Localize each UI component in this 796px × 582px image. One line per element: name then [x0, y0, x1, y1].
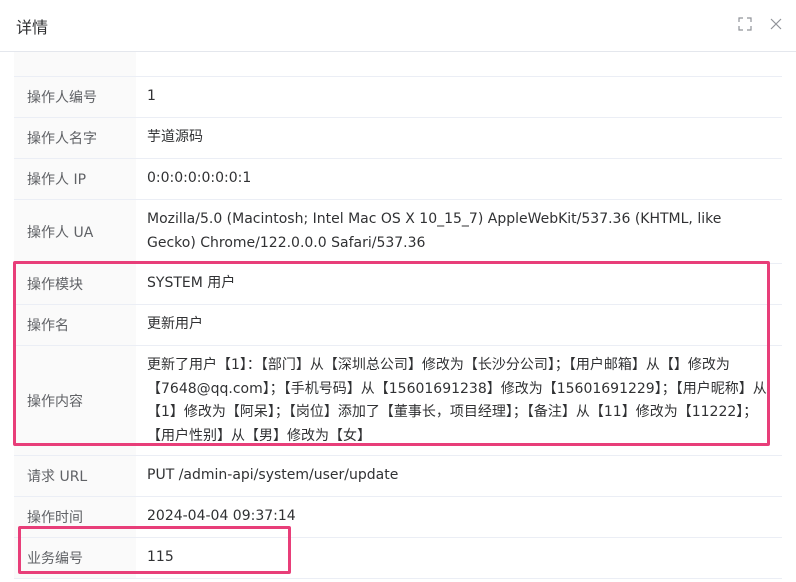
value-request-url: PUT /admin-api/system/user/update	[147, 467, 399, 484]
value-operation-name: 更新用户	[147, 316, 203, 333]
dialog-header: 详情	[0, 0, 796, 52]
value-operation-time: 2024-04-04 09:37:14	[147, 508, 296, 525]
dialog-title: 详情	[16, 18, 49, 37]
value-operator-ua: Mozilla/5.0 (Macintosh; Intel Mac OS X 1…	[147, 211, 722, 251]
row-operator-ua: 操作人 UA Mozilla/5.0 (Macintosh; Intel Mac…	[14, 200, 782, 264]
row-operation-time: 操作时间 2024-04-04 09:37:14	[14, 497, 782, 538]
label-operator-ua: 操作人 UA	[14, 200, 136, 263]
value-operator-name: 芋道源码	[147, 129, 203, 146]
row-business-id: 业务编号 115	[14, 538, 782, 579]
value-operator-id: 1	[147, 88, 156, 105]
row-operation-name: 操作名 更新用户	[14, 305, 782, 346]
label-operator-name: 操作人名字	[14, 118, 136, 158]
row-operator-id: 操作人编号 1	[14, 77, 782, 118]
value-operation-module: SYSTEM 用户	[147, 275, 236, 292]
descriptions-table: 操作人编号 1 操作人名字 芋道源码 操作人 IP 0:0:0:0:0:0:0:…	[14, 52, 782, 579]
row-request-url: 请求 URL PUT /admin-api/system/user/update	[14, 456, 782, 497]
label-operator-id: 操作人编号	[14, 77, 136, 117]
label-operation-name: 操作名	[14, 305, 136, 345]
value-operation-content: 更新了用户【1】：【部门】从【深圳总公司】修改为【长沙分公司】；【用户邮箱】从【…	[147, 357, 767, 444]
detail-dialog: 详情 操作人编号 1 操作人名字 芋道源码 操作人 IP 0:0:0:0:0:0…	[0, 0, 796, 582]
label-request-url: 请求 URL	[14, 456, 136, 496]
label-operation-module: 操作模块	[14, 264, 136, 304]
row-operator-ip: 操作人 IP 0:0:0:0:0:0:0:1	[14, 159, 782, 200]
row-operator-name: 操作人名字 芋道源码	[14, 118, 782, 159]
label-operator-ip: 操作人 IP	[14, 159, 136, 199]
value-operator-ip: 0:0:0:0:0:0:0:1	[147, 170, 252, 187]
table-top-strip	[14, 52, 782, 77]
maximize-icon[interactable]	[738, 17, 752, 31]
row-operation-content: 操作内容 更新了用户【1】：【部门】从【深圳总公司】修改为【长沙分公司】；【用户…	[14, 346, 782, 456]
label-operation-time: 操作时间	[14, 497, 136, 537]
value-business-id: 115	[147, 549, 174, 566]
label-operation-content: 操作内容	[14, 346, 136, 455]
close-icon[interactable]	[769, 17, 783, 31]
label-business-id: 业务编号	[14, 538, 136, 578]
row-operation-module: 操作模块 SYSTEM 用户	[14, 264, 782, 305]
